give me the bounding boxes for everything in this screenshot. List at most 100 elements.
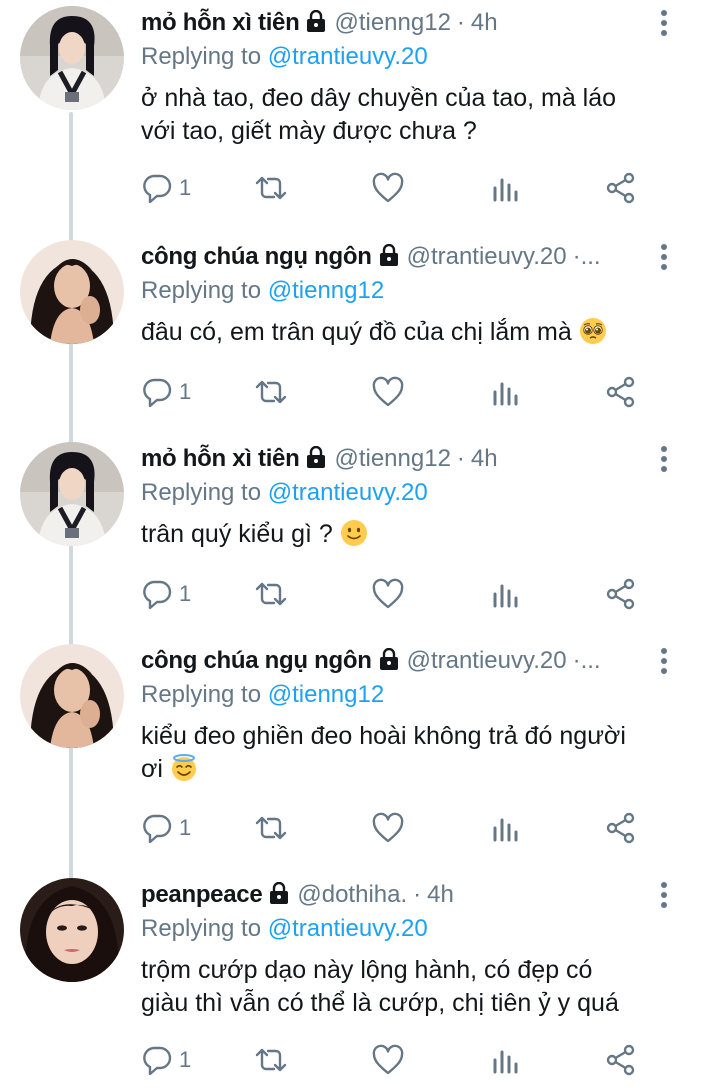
tweet-text-line: với tao, giết mày được chưa ? [141,117,477,145]
more-icon[interactable] [658,446,670,474]
display-name[interactable]: công chúa ngụ ngôn [141,647,372,675]
share-button[interactable] [605,372,637,412]
retweet-button[interactable] [253,808,289,848]
display-name[interactable]: peanpeace [141,881,263,909]
share-icon [606,172,635,204]
timestamp[interactable]: 4h [471,9,498,37]
tweet-text: ở nhà tao, đeo dây chuyền của tao, mà lá… [141,82,700,148]
reply-icon [143,378,172,408]
action-bar: 1 [141,808,641,848]
tweet-header: mỏ hỗn xì tiên @tienng12 · 4h [141,442,700,476]
like-button[interactable] [371,574,405,614]
display-name[interactable]: công chúa ngụ ngôn [141,243,372,271]
reply-button[interactable]: 1 [141,808,191,848]
reply-count: 1 [179,581,192,606]
share-icon [606,1044,635,1076]
share-button[interactable] [605,808,637,848]
avatar-dothiha[interactable] [20,878,124,982]
analytics-button[interactable] [491,1040,521,1080]
more-icon[interactable] [658,244,670,272]
user-handle[interactable]: @dothiha. [297,881,407,909]
tweet-text-line: trộm cướp dạo này lộng hành, có đẹp có [141,956,593,984]
mention-link[interactable]: @trantieuvy.20 [268,915,428,942]
replying-to: Replying to @trantieuvy.20 [141,912,700,946]
analytics-icon [493,1050,518,1074]
replying-label: Replying to [141,479,262,506]
retweet-button[interactable] [253,372,289,412]
tweet-text-span: trân quý kiểu gì ? [141,520,333,548]
share-button[interactable] [605,1040,637,1080]
tweet-text: đâu có, em trân quý đồ của chị lắm mà [141,316,700,349]
tweet-text-span: ơi [141,755,163,783]
lock-icon [305,445,327,473]
like-button[interactable] [371,1040,405,1080]
avatar-trantieuvy[interactable] [20,644,124,748]
tweet-header: công chúa ngụ ngôn @trantieuvy.20 ·... [141,240,700,274]
reply-button[interactable]: 1 [141,574,191,614]
like-icon [372,376,404,407]
avatar-tienng12[interactable] [20,442,124,546]
reply-count: 1 [179,379,192,404]
avatar-trantieuvy[interactable] [20,240,124,344]
user-handle[interactable]: @tienng12 [334,445,450,473]
share-button[interactable] [605,574,637,614]
tweet-text-line: trân quý kiểu gì ? [141,518,700,551]
tweet-header: peanpeace @dothiha. · 4h [141,878,700,912]
retweet-icon [255,176,287,200]
retweet-button[interactable] [253,168,289,208]
retweet-button[interactable] [253,1040,289,1080]
reply-icon [143,174,172,204]
user-handle[interactable]: @trantieuvy.20 [407,647,567,675]
avatar-tienng12[interactable] [20,6,124,110]
user-handle[interactable]: @tienng12 [334,9,450,37]
retweet-icon [255,582,287,606]
like-button[interactable] [371,168,405,208]
tweet-text: kiểu đeo ghiền đeo hoài không trả đó ngư… [141,720,700,786]
like-button[interactable] [371,372,405,412]
timestamp[interactable]: 4h [427,881,454,909]
retweet-icon [255,1048,287,1072]
reply-button[interactable]: 1 [141,1040,191,1080]
like-button[interactable] [371,808,405,848]
reply-count: 1 [179,1047,192,1072]
mention-link[interactable]: @tienng12 [268,277,384,304]
analytics-button[interactable] [491,372,521,412]
lock-icon [378,243,400,271]
user-handle[interactable]: @trantieuvy.20 [407,243,567,271]
timestamp[interactable]: 4h [471,445,498,473]
more-icon[interactable] [658,648,670,676]
display-name[interactable]: mỏ hỗn xì tiên [141,9,300,37]
replying-label: Replying to [141,915,262,942]
tweet-text-line: kiểu đeo ghiền đeo hoài không trả đó ngư… [141,722,626,750]
more-icon[interactable] [658,10,670,38]
slightly-smiling-face-emoji [340,519,368,547]
tweet-text-line: đâu có, em trân quý đồ của chị lắm mà [141,316,700,349]
separator-dot: · [413,881,422,908]
analytics-button[interactable] [491,808,521,848]
mention-link[interactable]: @tienng12 [268,681,384,708]
display-name[interactable]: mỏ hỗn xì tiên [141,445,300,473]
action-bar: 1 [141,372,641,412]
reply-icon [143,814,172,844]
retweet-button[interactable] [253,574,289,614]
like-icon [372,578,404,609]
tweet-text-line: ở nhà tao, đeo dây chuyền của tao, mà lá… [141,84,617,112]
analytics-icon [493,178,518,202]
mention-link[interactable]: @trantieuvy.20 [268,479,428,506]
replying-to: Replying to @trantieuvy.20 [141,476,700,510]
mention-link[interactable]: @trantieuvy.20 [268,43,428,70]
reply-button[interactable]: 1 [141,168,191,208]
more-icon[interactable] [658,882,670,910]
share-button[interactable] [605,168,637,208]
tweet-header: công chúa ngụ ngôn @trantieuvy.20 ·... [141,644,700,678]
share-icon [606,812,635,844]
action-bar: 1 [141,574,641,614]
tweet-text: trân quý kiểu gì ? [141,518,700,551]
reply-button[interactable]: 1 [141,372,191,412]
replying-to: Replying to @trantieuvy.20 [141,40,700,74]
tweet-header: mỏ hỗn xì tiên @tienng12 · 4h [141,6,700,40]
analytics-button[interactable] [491,574,521,614]
analytics-button[interactable] [491,168,521,208]
replying-to: Replying to @tienng12 [141,274,700,308]
like-icon [372,1044,404,1075]
